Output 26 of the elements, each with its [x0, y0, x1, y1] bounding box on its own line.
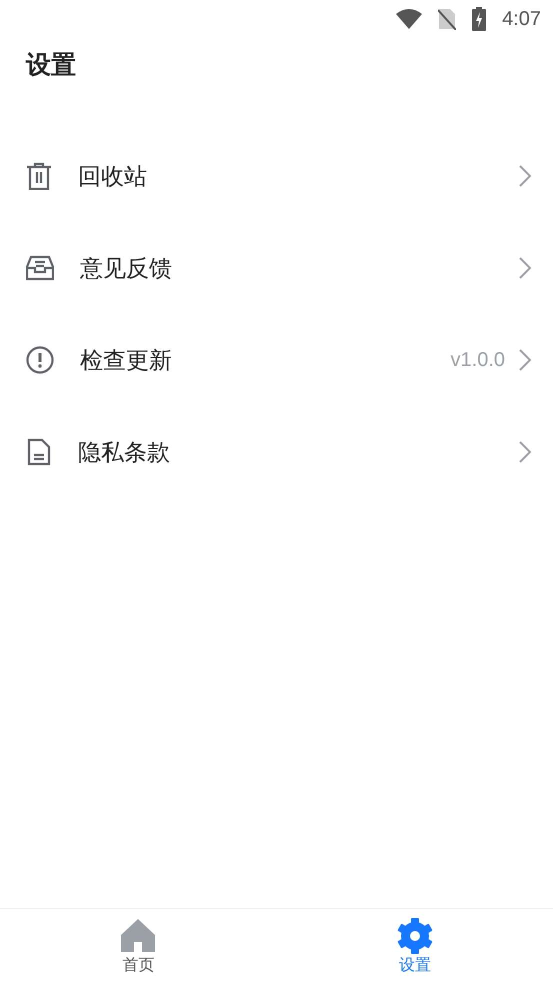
settings-item[interactable]: 检查更新 v1.0.0: [0, 314, 553, 406]
no-sim-icon: [438, 8, 456, 30]
chevron-right-icon: [519, 441, 531, 463]
battery-icon: [472, 7, 486, 31]
status-time: 4:07: [502, 7, 541, 32]
wifi-icon: [396, 9, 422, 29]
tab[interactable]: 首页: [0, 909, 276, 983]
chevron-right-icon: [519, 257, 531, 279]
home-icon: [120, 918, 156, 954]
tab[interactable]: 设置: [276, 909, 553, 983]
settings-item[interactable]: 意见反馈: [0, 222, 553, 314]
chevron-right-icon: [519, 349, 531, 371]
trash-icon: [26, 162, 52, 190]
version-text: v1.0.0: [450, 348, 505, 373]
item-label: 检查更新: [80, 346, 173, 375]
settings-icon: [396, 918, 433, 954]
item-label: 回收站: [78, 162, 148, 191]
exclamation-icon: [26, 346, 54, 374]
settings-item[interactable]: 回收站: [0, 130, 553, 222]
inbox-icon: [26, 255, 54, 281]
item-label: 隐私条款: [78, 438, 171, 467]
page-title: 设置: [26, 51, 76, 79]
document-icon: [26, 438, 52, 466]
settings-item[interactable]: 隐私条款: [0, 406, 553, 498]
item-label: 意见反馈: [80, 254, 173, 283]
chevron-right-icon: [519, 165, 531, 187]
